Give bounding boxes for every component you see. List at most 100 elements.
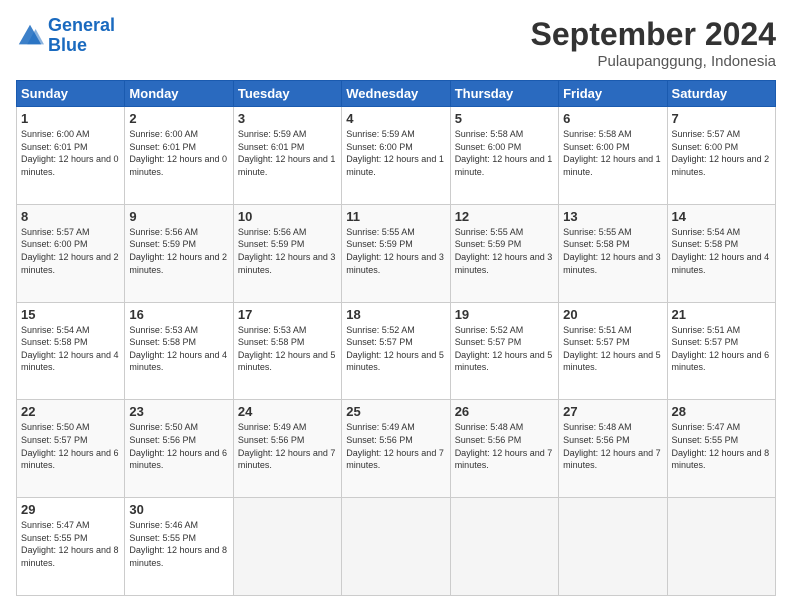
calendar-cell: 21 Sunrise: 5:51 AM Sunset: 5:57 PM Dayl… (667, 302, 775, 400)
day-info: Sunrise: 6:00 AM Sunset: 6:01 PM Dayligh… (129, 128, 228, 178)
calendar-cell: 22 Sunrise: 5:50 AM Sunset: 5:57 PM Dayl… (17, 400, 125, 498)
day-info: Sunrise: 5:51 AM Sunset: 5:57 PM Dayligh… (672, 324, 771, 374)
calendar-cell: 6 Sunrise: 5:58 AM Sunset: 6:00 PM Dayli… (559, 107, 667, 205)
calendar-cell: 3 Sunrise: 5:59 AM Sunset: 6:01 PM Dayli… (233, 107, 341, 205)
day-number: 9 (129, 209, 228, 224)
day-info: Sunrise: 5:47 AM Sunset: 5:55 PM Dayligh… (672, 421, 771, 471)
calendar-cell: 16 Sunrise: 5:53 AM Sunset: 5:58 PM Dayl… (125, 302, 233, 400)
day-number: 21 (672, 307, 771, 322)
calendar-cell: 5 Sunrise: 5:58 AM Sunset: 6:00 PM Dayli… (450, 107, 558, 205)
calendar-cell: 29 Sunrise: 5:47 AM Sunset: 5:55 PM Dayl… (17, 498, 125, 596)
day-number: 16 (129, 307, 228, 322)
day-info: Sunrise: 5:52 AM Sunset: 5:57 PM Dayligh… (455, 324, 554, 374)
day-info: Sunrise: 5:48 AM Sunset: 5:56 PM Dayligh… (563, 421, 662, 471)
calendar-cell: 13 Sunrise: 5:55 AM Sunset: 5:58 PM Dayl… (559, 204, 667, 302)
calendar-cell: 11 Sunrise: 5:55 AM Sunset: 5:59 PM Dayl… (342, 204, 450, 302)
day-info: Sunrise: 5:59 AM Sunset: 6:00 PM Dayligh… (346, 128, 445, 178)
day-info: Sunrise: 5:54 AM Sunset: 5:58 PM Dayligh… (672, 226, 771, 276)
day-info: Sunrise: 5:51 AM Sunset: 5:57 PM Dayligh… (563, 324, 662, 374)
day-info: Sunrise: 5:57 AM Sunset: 6:00 PM Dayligh… (21, 226, 120, 276)
day-number: 27 (563, 404, 662, 419)
calendar-cell (342, 498, 450, 596)
page: General Blue September 2024 Pulaupanggun… (0, 0, 792, 612)
day-info: Sunrise: 5:55 AM Sunset: 5:59 PM Dayligh… (455, 226, 554, 276)
day-number: 24 (238, 404, 337, 419)
day-number: 28 (672, 404, 771, 419)
day-number: 4 (346, 111, 445, 126)
calendar-cell: 1 Sunrise: 6:00 AM Sunset: 6:01 PM Dayli… (17, 107, 125, 205)
calendar-cell: 25 Sunrise: 5:49 AM Sunset: 5:56 PM Dayl… (342, 400, 450, 498)
month-title: September 2024 (531, 16, 776, 53)
day-number: 17 (238, 307, 337, 322)
day-info: Sunrise: 5:55 AM Sunset: 5:59 PM Dayligh… (346, 226, 445, 276)
day-number: 6 (563, 111, 662, 126)
day-number: 20 (563, 307, 662, 322)
day-number: 30 (129, 502, 228, 517)
calendar-cell: 9 Sunrise: 5:56 AM Sunset: 5:59 PM Dayli… (125, 204, 233, 302)
calendar-cell (667, 498, 775, 596)
calendar-day-header: Saturday (667, 81, 775, 107)
day-number: 18 (346, 307, 445, 322)
day-info: Sunrise: 5:46 AM Sunset: 5:55 PM Dayligh… (129, 519, 228, 569)
day-number: 14 (672, 209, 771, 224)
calendar-cell: 27 Sunrise: 5:48 AM Sunset: 5:56 PM Dayl… (559, 400, 667, 498)
calendar-day-header: Thursday (450, 81, 558, 107)
day-info: Sunrise: 5:47 AM Sunset: 5:55 PM Dayligh… (21, 519, 120, 569)
day-number: 13 (563, 209, 662, 224)
logo-general: General (48, 15, 115, 35)
location: Pulaupanggung, Indonesia (531, 53, 776, 70)
day-number: 3 (238, 111, 337, 126)
logo-icon (16, 22, 44, 50)
calendar-cell: 4 Sunrise: 5:59 AM Sunset: 6:00 PM Dayli… (342, 107, 450, 205)
logo: General Blue (16, 16, 115, 56)
title-block: September 2024 Pulaupanggung, Indonesia (531, 16, 776, 70)
calendar-cell: 28 Sunrise: 5:47 AM Sunset: 5:55 PM Dayl… (667, 400, 775, 498)
calendar-cell: 12 Sunrise: 5:55 AM Sunset: 5:59 PM Dayl… (450, 204, 558, 302)
day-info: Sunrise: 5:59 AM Sunset: 6:01 PM Dayligh… (238, 128, 337, 178)
day-info: Sunrise: 5:56 AM Sunset: 5:59 PM Dayligh… (129, 226, 228, 276)
day-number: 25 (346, 404, 445, 419)
day-number: 19 (455, 307, 554, 322)
calendar-cell: 20 Sunrise: 5:51 AM Sunset: 5:57 PM Dayl… (559, 302, 667, 400)
day-number: 11 (346, 209, 445, 224)
day-info: Sunrise: 5:49 AM Sunset: 5:56 PM Dayligh… (238, 421, 337, 471)
calendar-cell (450, 498, 558, 596)
day-number: 23 (129, 404, 228, 419)
day-number: 15 (21, 307, 120, 322)
day-info: Sunrise: 5:54 AM Sunset: 5:58 PM Dayligh… (21, 324, 120, 374)
calendar-week-row: 15 Sunrise: 5:54 AM Sunset: 5:58 PM Dayl… (17, 302, 776, 400)
day-number: 7 (672, 111, 771, 126)
day-number: 5 (455, 111, 554, 126)
day-info: Sunrise: 5:56 AM Sunset: 5:59 PM Dayligh… (238, 226, 337, 276)
calendar-cell: 26 Sunrise: 5:48 AM Sunset: 5:56 PM Dayl… (450, 400, 558, 498)
day-info: Sunrise: 6:00 AM Sunset: 6:01 PM Dayligh… (21, 128, 120, 178)
calendar-day-header: Monday (125, 81, 233, 107)
calendar-cell: 30 Sunrise: 5:46 AM Sunset: 5:55 PM Dayl… (125, 498, 233, 596)
calendar-table: SundayMondayTuesdayWednesdayThursdayFrid… (16, 80, 776, 596)
calendar-cell: 15 Sunrise: 5:54 AM Sunset: 5:58 PM Dayl… (17, 302, 125, 400)
calendar-header-row: SundayMondayTuesdayWednesdayThursdayFrid… (17, 81, 776, 107)
calendar-cell: 17 Sunrise: 5:53 AM Sunset: 5:58 PM Dayl… (233, 302, 341, 400)
calendar-week-row: 22 Sunrise: 5:50 AM Sunset: 5:57 PM Dayl… (17, 400, 776, 498)
logo-blue: Blue (48, 35, 87, 55)
calendar-cell: 14 Sunrise: 5:54 AM Sunset: 5:58 PM Dayl… (667, 204, 775, 302)
calendar-cell: 18 Sunrise: 5:52 AM Sunset: 5:57 PM Dayl… (342, 302, 450, 400)
header: General Blue September 2024 Pulaupanggun… (16, 16, 776, 70)
calendar-cell: 2 Sunrise: 6:00 AM Sunset: 6:01 PM Dayli… (125, 107, 233, 205)
day-info: Sunrise: 5:52 AM Sunset: 5:57 PM Dayligh… (346, 324, 445, 374)
day-number: 26 (455, 404, 554, 419)
calendar-cell: 23 Sunrise: 5:50 AM Sunset: 5:56 PM Dayl… (125, 400, 233, 498)
day-number: 1 (21, 111, 120, 126)
day-info: Sunrise: 5:58 AM Sunset: 6:00 PM Dayligh… (455, 128, 554, 178)
calendar-week-row: 1 Sunrise: 6:00 AM Sunset: 6:01 PM Dayli… (17, 107, 776, 205)
calendar-cell: 19 Sunrise: 5:52 AM Sunset: 5:57 PM Dayl… (450, 302, 558, 400)
calendar-day-header: Wednesday (342, 81, 450, 107)
day-info: Sunrise: 5:57 AM Sunset: 6:00 PM Dayligh… (672, 128, 771, 178)
day-number: 8 (21, 209, 120, 224)
calendar-cell: 7 Sunrise: 5:57 AM Sunset: 6:00 PM Dayli… (667, 107, 775, 205)
day-info: Sunrise: 5:50 AM Sunset: 5:57 PM Dayligh… (21, 421, 120, 471)
day-info: Sunrise: 5:50 AM Sunset: 5:56 PM Dayligh… (129, 421, 228, 471)
day-info: Sunrise: 5:55 AM Sunset: 5:58 PM Dayligh… (563, 226, 662, 276)
day-number: 10 (238, 209, 337, 224)
day-info: Sunrise: 5:53 AM Sunset: 5:58 PM Dayligh… (238, 324, 337, 374)
